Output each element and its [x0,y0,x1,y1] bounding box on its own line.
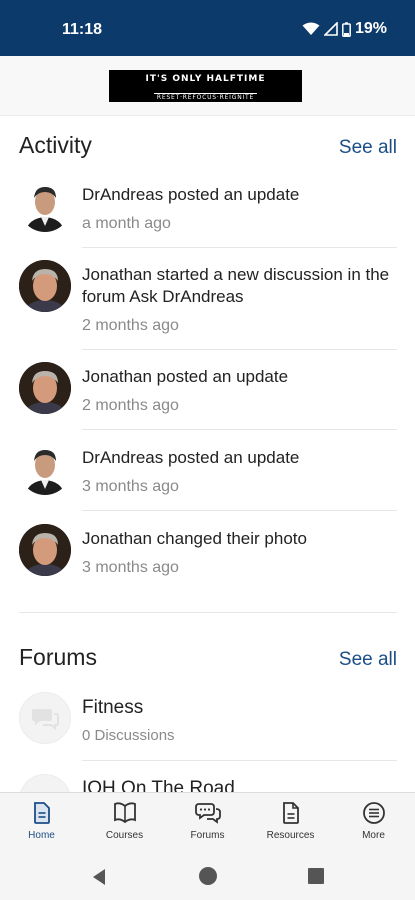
document-icon [33,802,50,824]
divider [82,429,397,430]
divider [82,349,397,350]
tab-forums-label: Forums [190,830,225,841]
forums-header: Forums See all [19,644,397,671]
tab-home[interactable]: Home [0,793,83,852]
status-bar: 11:18 19% [0,0,415,56]
activity-title: Activity [19,132,92,158]
avatar[interactable] [19,180,71,232]
tab-resources-label: Resources [266,830,315,841]
forum-name: Fitness [82,697,144,718]
activity-item[interactable]: DrAndreas posted an update a month ago [19,180,397,240]
section-divider [19,612,397,613]
back-icon[interactable] [91,868,107,886]
activity-timestamp: 2 months ago [82,317,179,334]
activity-timestamp: 3 months ago [82,478,179,495]
avatar[interactable] [19,443,71,495]
forum-item[interactable]: Fitness 0 Discussions [82,697,397,744]
tab-resources[interactable]: Resources [249,793,332,852]
tab-forums[interactable]: Forums [166,793,249,852]
recent-apps-icon[interactable] [308,868,324,884]
activity-title-text: DrAndreas posted an update [82,448,300,467]
divider [82,247,397,248]
battery-percent: 19% [354,20,387,37]
signal-icon [323,22,338,36]
activity-item[interactable]: Jonathan changed their photo 3 months ag… [19,524,397,584]
avatar[interactable] [19,260,71,312]
activity-timestamp: a month ago [82,215,171,232]
activity-text: Jonathan posted an update 2 months ago [82,366,397,415]
avatar[interactable] [19,524,71,576]
forum-chat-icon[interactable] [19,692,71,744]
menu-circle-icon [362,802,385,824]
divider [82,510,397,511]
activity-title-text: DrAndreas posted an update [82,185,300,204]
activity-title-text: Jonathan changed their photo [82,529,307,548]
tab-home-label: Home [28,830,55,841]
forums-see-all-link[interactable]: See all [339,649,397,671]
bottom-tab-bar: Home Courses Forums Resources More [0,792,415,852]
status-indicators: 19% [302,20,387,38]
logo-tagline: RESET·REFOCUS·REIGNITE [153,93,258,103]
forum-item[interactable]: IOH On The Road [82,778,397,792]
logo-title: IT'S ONLY HALFTIME [145,74,266,84]
battery-icon [342,21,351,37]
forum-discussion-count: 0 Discussions [82,727,175,744]
activity-see-all-link[interactable]: See all [339,137,397,159]
activity-timestamp: 2 months ago [82,397,179,414]
activity-header: Activity See all [19,132,397,159]
system-nav-bar [0,852,415,900]
home-icon[interactable] [199,867,217,885]
app-header: IT'S ONLY HALFTIME RESET·REFOCUS·REIGNIT… [0,56,415,116]
activity-text: DrAndreas posted an update a month ago [82,184,397,233]
avatar[interactable] [19,362,71,414]
activity-text: DrAndreas posted an update 3 months ago [82,447,397,496]
status-time: 11:18 [62,21,103,38]
activity-text: Jonathan changed their photo 3 months ag… [82,528,397,577]
app-logo[interactable]: IT'S ONLY HALFTIME RESET·REFOCUS·REIGNIT… [109,70,302,103]
activity-title-text: Jonathan posted an update [82,367,289,386]
tab-courses[interactable]: Courses [83,793,166,852]
forum-name: IOH On The Road [82,778,235,792]
tab-more-label: More [362,830,385,841]
divider [82,760,397,761]
wifi-icon [302,22,320,35]
activity-timestamp: 3 months ago [82,559,179,576]
book-icon [113,802,136,824]
tab-more[interactable]: More [332,793,415,852]
activity-item[interactable]: DrAndreas posted an update 3 months ago [19,443,397,503]
tab-courses-label: Courses [105,830,144,841]
forums-title: Forums [19,644,97,670]
file-icon [282,802,299,824]
activity-item[interactable]: Jonathan started a new discussion in the… [19,260,397,340]
activity-title-text: Jonathan started a new discussion in the… [82,265,390,306]
activity-item[interactable]: Jonathan posted an update 2 months ago [19,362,397,422]
chat-bubbles-icon [194,803,221,824]
activity-text: Jonathan started a new discussion in the… [82,264,397,335]
